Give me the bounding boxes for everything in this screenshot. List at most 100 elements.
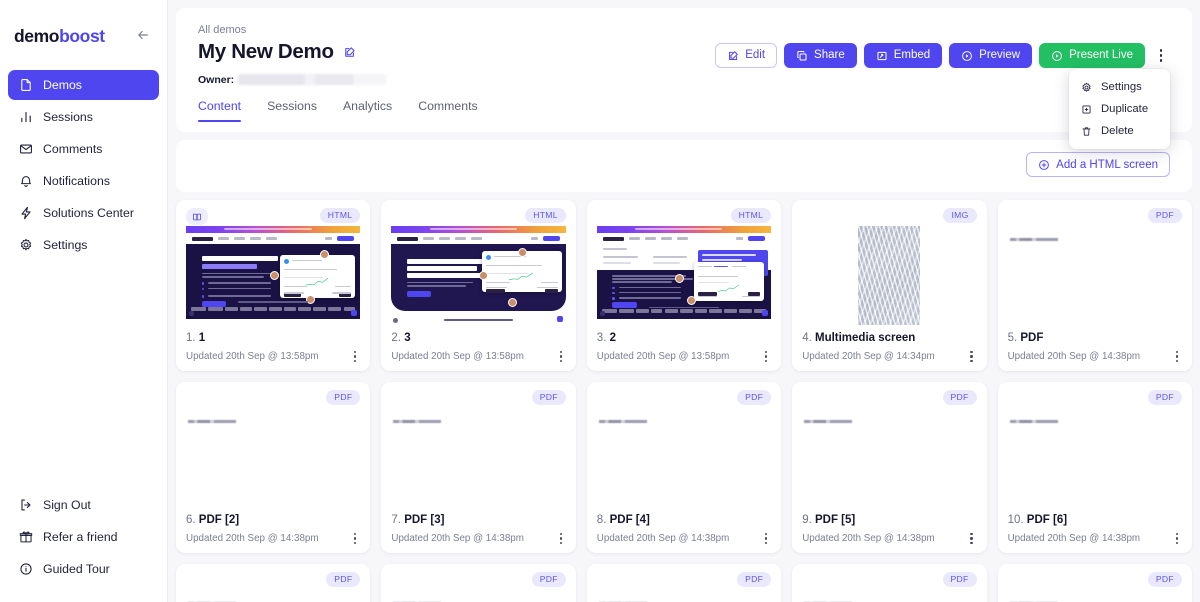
dropdown-item-delete[interactable]: Delete xyxy=(1069,120,1170,142)
owner-label: Owner: xyxy=(198,73,235,86)
bell-icon xyxy=(18,174,33,189)
gear-icon xyxy=(18,238,33,253)
screen-card[interactable]: HTML xyxy=(176,200,371,371)
share-button[interactable]: Share xyxy=(784,43,857,68)
card-name: PDF [5] xyxy=(814,514,856,526)
card-index: 1. xyxy=(186,332,196,344)
screen-card[interactable]: PDF 10. PDF [6] Updated 20th Sep @ 14:38… xyxy=(997,382,1192,553)
screen-thumbnail xyxy=(391,226,566,325)
card-updated-meta: Updated 20th Sep @ 13:58pm xyxy=(596,350,730,362)
card-thumbnail-area: HTML xyxy=(176,200,370,331)
card-updated-meta: Updated 20th Sep @ 13:58pm xyxy=(391,350,524,362)
tab-analytics[interactable]: Analytics xyxy=(343,99,392,122)
document-icon xyxy=(18,78,33,93)
card-more-icon[interactable] xyxy=(761,530,771,547)
present-live-button[interactable]: Present Live xyxy=(1039,43,1145,68)
bar-chart-icon xyxy=(18,110,33,125)
header-actions: Edit Share Embed Preview Present Live xyxy=(715,43,1170,68)
card-more-icon[interactable] xyxy=(350,530,360,547)
screen-card[interactable]: PDF 9. PDF [5] Updated 20th Sep @ 14:38p… xyxy=(792,382,987,553)
chevron-left-icon[interactable] xyxy=(133,26,153,47)
sidebar-item-settings[interactable]: Settings xyxy=(8,230,159,260)
dropdown-item-settings[interactable]: Settings xyxy=(1069,76,1170,98)
screen-card[interactable]: PDF 12. PDF [8] xyxy=(381,564,576,602)
tab-content[interactable]: Content xyxy=(198,99,242,122)
screen-type-badge: PDF xyxy=(737,390,772,405)
screen-thumbnail xyxy=(802,590,977,602)
sidebar-item-sign-out[interactable]: Sign Out xyxy=(8,490,159,520)
card-more-icon[interactable] xyxy=(556,530,566,547)
screen-thumbnail xyxy=(802,226,976,325)
play-circle-icon xyxy=(961,50,973,62)
sidebar-item-notifications[interactable]: Notifications xyxy=(8,166,159,196)
sidebar-item-demos[interactable]: Demos xyxy=(8,70,159,100)
screen-type-badge: HTML xyxy=(319,208,361,223)
card-footer: 7. PDF [3] Updated 20th Sep @ 14:38pm xyxy=(381,513,575,547)
card-more-icon[interactable] xyxy=(966,348,976,365)
edit-square-icon[interactable] xyxy=(343,46,356,59)
screen-card[interactable]: PDF 7. PDF [3] Updated 20th Sep @ 14:38p… xyxy=(381,382,576,553)
screen-type-badge: PDF xyxy=(1147,390,1182,405)
screen-thumbnail xyxy=(596,590,772,602)
tab-sessions[interactable]: Sessions xyxy=(267,99,317,122)
sidebar-item-solutions-center[interactable]: Solutions Center xyxy=(8,198,159,228)
card-name: Multimedia screen xyxy=(814,332,916,344)
screen-type-badge: PDF xyxy=(1147,572,1182,587)
card-more-icon[interactable] xyxy=(350,348,360,365)
card-more-icon[interactable] xyxy=(556,348,566,365)
screen-type-badge: PDF xyxy=(942,390,977,405)
card-index: 4. xyxy=(802,332,812,344)
screen-card[interactable]: PDF 5. PDF Updated 20th Sep @ 14:38pm xyxy=(997,200,1192,371)
sidebar-item-label: Sessions xyxy=(43,110,93,124)
embed-button[interactable]: Embed xyxy=(863,43,943,68)
preview-button[interactable]: Preview xyxy=(949,43,1033,68)
sidebar-item-refer-a-friend[interactable]: Refer a friend xyxy=(8,522,159,552)
card-thumbnail-area: PDF xyxy=(998,382,1192,513)
screen-type-badge: PDF xyxy=(326,390,361,405)
card-thumbnail-area: HTML xyxy=(587,200,781,331)
more-vertical-icon[interactable] xyxy=(1152,44,1170,68)
screen-card[interactable]: PDF 8. PDF [4] Updated 20th Sep @ 14:38p… xyxy=(586,382,782,553)
screen-card[interactable]: PDF 14. PDF [10] xyxy=(792,564,987,602)
sidebar-item-sessions[interactable]: Sessions xyxy=(8,102,159,132)
card-name: 3 xyxy=(404,332,411,344)
screen-card[interactable]: PDF 11. PDF [7] xyxy=(176,564,371,602)
edit-button[interactable]: Edit xyxy=(715,43,778,68)
dropdown-item-duplicate[interactable]: Duplicate xyxy=(1069,98,1170,120)
demo-tabs: Content Sessions Analytics Comments xyxy=(198,99,1170,122)
screen-thumbnail xyxy=(186,226,361,325)
app-root: demoboost Demos Sessions Comments Notifi… xyxy=(0,0,1200,602)
card-more-icon[interactable] xyxy=(1172,530,1182,547)
info-circle-icon xyxy=(18,562,33,577)
screen-type-badge: PDF xyxy=(942,572,977,587)
screen-card[interactable]: IMG 4. Multimedia screen Updated 20th Se… xyxy=(792,200,987,371)
add-html-screen-button[interactable]: Add a HTML screen xyxy=(1026,152,1170,177)
logo[interactable]: demoboost xyxy=(14,26,105,47)
screen-card[interactable]: HTML xyxy=(381,200,576,371)
screen-thumbnail xyxy=(1007,226,1182,325)
page-title: My New Demo xyxy=(198,40,334,63)
sidebar-item-comments[interactable]: Comments xyxy=(8,134,159,164)
card-more-icon[interactable] xyxy=(966,530,976,547)
card-thumbnail-area: PDF xyxy=(998,200,1192,331)
embed-button-label: Embed xyxy=(893,48,931,61)
card-name: PDF xyxy=(1020,332,1044,344)
tab-comments[interactable]: Comments xyxy=(418,99,477,122)
card-index: 2. xyxy=(391,332,401,344)
screen-thumbnail xyxy=(391,408,566,507)
screen-card[interactable]: HTML xyxy=(586,200,782,371)
screen-card[interactable]: PDF 6. PDF [2] Updated 20th Sep @ 14:38p… xyxy=(176,382,371,553)
screen-card[interactable]: PDF 13. PDF [9] xyxy=(586,564,782,602)
card-thumbnail-area: PDF xyxy=(587,564,781,602)
screen-thumbnail xyxy=(186,408,361,507)
duplicate-icon xyxy=(1081,104,1092,115)
sidebar-item-guided-tour[interactable]: Guided Tour xyxy=(8,554,159,584)
card-name: PDF [6] xyxy=(1026,514,1068,526)
screen-card[interactable]: PDF 15. PDF [11] xyxy=(997,564,1192,602)
card-more-icon[interactable] xyxy=(1172,348,1182,365)
card-more-icon[interactable] xyxy=(761,348,771,365)
card-footer: 5. PDF Updated 20th Sep @ 14:38pm xyxy=(998,331,1192,365)
breadcrumb[interactable]: All demos xyxy=(198,24,1170,36)
card-updated-meta: Updated 20th Sep @ 14:34pm xyxy=(802,350,935,362)
